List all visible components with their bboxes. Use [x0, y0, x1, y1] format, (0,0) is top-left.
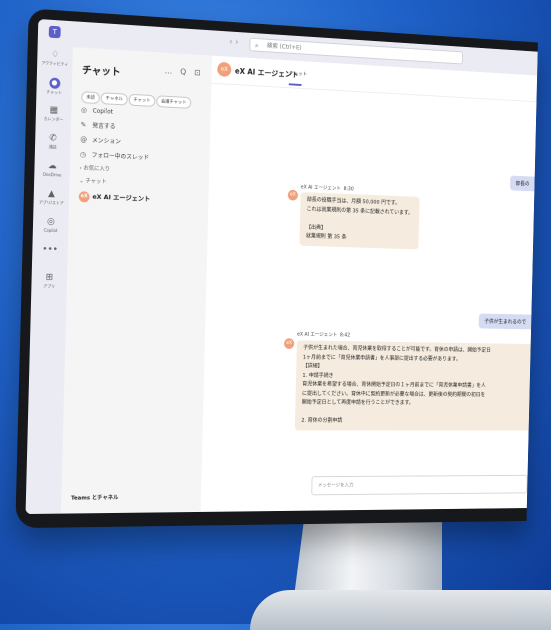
bot-message: 部長の役職手当は、月額 50,000 円です。 これは就業規則の第 35 条に記載…	[299, 192, 420, 249]
header-avatar: eX	[217, 61, 232, 78]
bot-message-header: eX AI エージェント 8:42	[297, 331, 350, 339]
rail-item-calendar[interactable]: ▦ カレンダー	[35, 105, 71, 131]
tab-chat[interactable]: チャット	[289, 70, 307, 78]
chat-item-agent-label: eX AI エージェント	[92, 192, 151, 203]
rail-item-add-app[interactable]: ⊞ アプリ	[31, 272, 67, 297]
at-icon: @	[80, 135, 88, 144]
chat-list-title: チャット	[81, 65, 121, 79]
rail-item-phone[interactable]: ✆ 通話	[35, 133, 71, 158]
rail-item-cloud[interactable]: ☁ OneDrive	[34, 161, 70, 186]
bot-name: eX AI エージェント	[300, 184, 341, 192]
cloud-icon: ☁	[47, 161, 57, 172]
bot-avatar: eX	[284, 338, 295, 349]
rail-item-label: 通話	[48, 144, 57, 150]
filter-pill[interactable]: 未読	[81, 91, 100, 105]
monitor: T ‹ › ⌕ 検索 (Ctrl+E) ♢ アクティビティ ● チャット ▦ カレンダー ✆…	[15, 8, 538, 529]
chat-list-item-label: フォロー中のスレッド	[91, 152, 150, 162]
apps-icon: ▲	[47, 188, 56, 200]
message-time: 8:30	[343, 186, 354, 193]
copilot-icon: ◎	[46, 216, 55, 228]
teams-window: T ‹ › ⌕ 検索 (Ctrl+E) ♢ アクティビティ ● チャット ▦ カレンダー ✆…	[25, 18, 538, 515]
rail-item-label: Copilot	[43, 227, 58, 234]
chat-list-item-label: メンション	[91, 137, 121, 146]
chat-list-actions[interactable]: … Q ⊡	[165, 66, 204, 77]
mention-icon: ✎	[80, 120, 87, 130]
more-icon: •••	[42, 244, 59, 256]
bot-message: 子供が生まれた場合、育児休業を取得することが可能です。育休の申請は、開始予定日 1…	[294, 340, 531, 431]
history-nav-buttons[interactable]: ‹ ›	[229, 37, 239, 47]
chat-list-item-label: 発言する	[92, 122, 116, 131]
message-line: 開始予定日として再度申請を行うことができます。	[301, 399, 414, 407]
rail-item-label: チャット	[46, 89, 63, 96]
rail-item-label: アプリ	[43, 283, 56, 289]
stand-base	[250, 590, 551, 630]
rail-item-more[interactable]: •••	[32, 244, 68, 269]
rail-item-label: カレンダー	[43, 116, 64, 122]
phone-icon: ✆	[49, 133, 57, 144]
chat-icon: ●	[48, 77, 60, 89]
bot-name: eX AI エージェント	[297, 331, 338, 339]
user-message: 子供が生まれるので	[478, 313, 532, 330]
user-message: 部長の	[510, 175, 535, 192]
rail-item-label: アクティビティ	[41, 60, 69, 67]
rail-item-label: OneDrive	[42, 171, 62, 178]
add-app-icon: ⊞	[45, 272, 54, 283]
teams-logo: T	[48, 25, 61, 39]
thread-icon: ◷	[79, 150, 86, 159]
chat-list-items: ◎ Copilot ✎ 発言する @ メンション ◷ フォロー中のスレッド › お気に入り ⌄…	[78, 103, 207, 209]
search-icon: ⌕	[254, 41, 259, 50]
rail-item-bell[interactable]: ♢ アクティビティ	[37, 49, 73, 75]
bot-avatar: eX	[287, 189, 298, 201]
rail-item-label	[32, 255, 67, 256]
message-time: 8:42	[339, 332, 351, 339]
rail-item-copilot[interactable]: ◎ Copilot	[33, 216, 69, 241]
teams-channels-link[interactable]: Teams とチャネル	[71, 493, 118, 501]
copilot-icon: ◎	[80, 106, 88, 115]
rail-item-apps[interactable]: ▲ アプリ/ストア	[33, 188, 69, 213]
rail-item-chat[interactable]: ● チャット	[36, 77, 72, 103]
chat-list-item-label: Copilot	[92, 107, 114, 116]
calendar-icon: ▦	[49, 105, 58, 116]
conversation-pane: eX eX AI エージェント チャット 部長の eX AI エージェント 8:…	[200, 55, 538, 512]
agent-avatar: eX	[78, 190, 90, 202]
bot-message-header: eX AI エージェント 8:30	[300, 184, 354, 193]
bell-icon: ♢	[51, 49, 60, 61]
chat-list-pane: チャット … Q ⊡ 未読 チャネル チャット 会議チャット ◎ Copilot ✎ 発言す…	[60, 47, 213, 514]
rail-item-label: アプリ/ストア	[38, 199, 64, 206]
search-placeholder: 検索 (Ctrl+E)	[266, 42, 302, 52]
message-line: 2. 育休の分割申請	[301, 417, 343, 424]
message-compose-input[interactable]: メッセージを入力	[311, 474, 528, 496]
tab-active-indicator	[288, 83, 302, 86]
